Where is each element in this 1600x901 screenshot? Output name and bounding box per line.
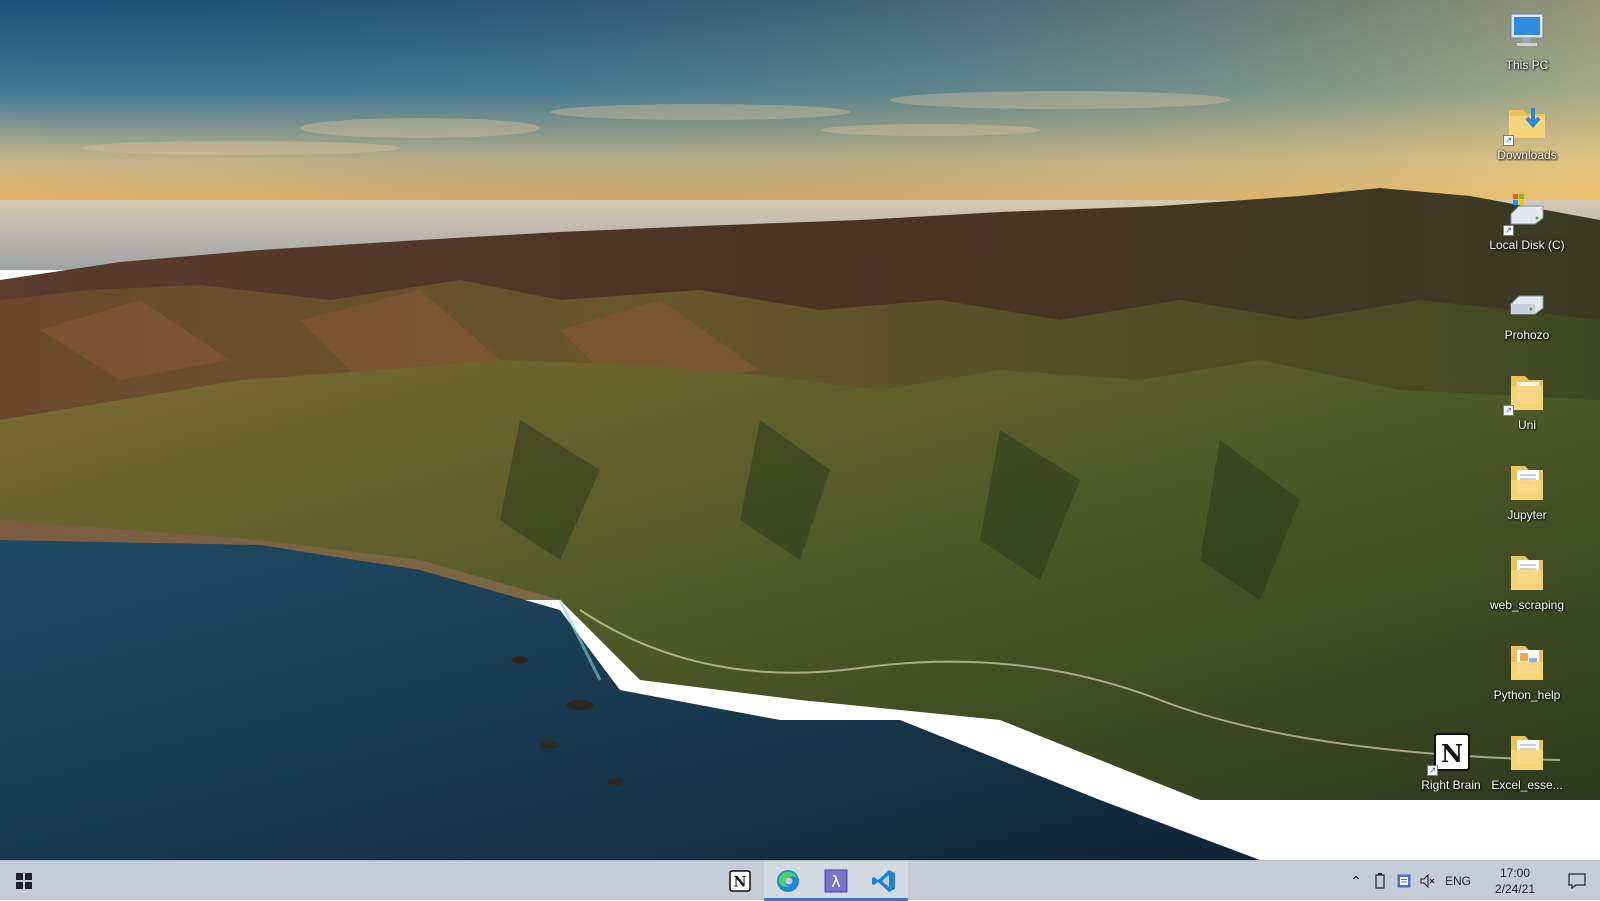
action-center-button[interactable] xyxy=(1554,861,1600,901)
tray-app-button[interactable] xyxy=(1392,861,1416,901)
volume-button[interactable] xyxy=(1416,861,1440,901)
chevron-up-icon: ⌃ xyxy=(1350,872,1362,889)
desktop-icon-python-help[interactable]: Python_help xyxy=(1487,638,1567,702)
desktop-icon-label: Jupyter xyxy=(1507,508,1547,522)
taskbar-app-lambda[interactable]: λ xyxy=(812,861,860,901)
desktop-icon-uni[interactable]: ↗ Uni xyxy=(1487,368,1567,432)
language-indicator[interactable]: ENG xyxy=(1440,861,1476,901)
system-tray: ⌃ ENG 17:00 2/24/21 xyxy=(1344,861,1600,901)
edge-icon xyxy=(777,870,799,892)
svg-text:λ: λ xyxy=(831,872,840,891)
desktop-icon-excel-essentials[interactable]: Excel_esse... xyxy=(1487,728,1567,792)
folder-icon xyxy=(1503,548,1551,596)
downloads-folder-icon: ↗ xyxy=(1503,98,1551,146)
desktop-icon-label: Right Brain xyxy=(1421,778,1481,792)
clock-date: 2/24/21 xyxy=(1494,882,1536,896)
folder-icon xyxy=(1503,728,1551,776)
notion-icon: N xyxy=(729,870,751,892)
svg-text:N: N xyxy=(734,875,747,891)
battery-icon xyxy=(1375,873,1385,889)
clock-time: 17:00 xyxy=(1499,866,1531,880)
taskbar-app-vscode[interactable] xyxy=(860,861,908,901)
desktop-icon-downloads[interactable]: ↗ Downloads xyxy=(1487,98,1567,162)
desktop-icon-jupyter[interactable]: Jupyter xyxy=(1487,458,1567,522)
drive-icon xyxy=(1503,278,1551,326)
notification-icon xyxy=(1568,873,1586,889)
desktop-wallpaper xyxy=(0,0,1600,860)
desktop-icon-label: Prohozo xyxy=(1504,328,1550,342)
folder-icon xyxy=(1503,638,1551,686)
desktop-icon-label: Uni xyxy=(1517,418,1536,432)
shortcut-arrow-icon: ↗ xyxy=(1503,135,1514,146)
local-disk-icon: ↗ xyxy=(1503,188,1551,236)
folder-icon: ↗ xyxy=(1503,368,1551,416)
notion-icon: N ↗ xyxy=(1427,728,1475,776)
taskbar-app-edge[interactable] xyxy=(764,861,812,901)
svg-text:N: N xyxy=(1441,739,1463,768)
shortcut-arrow-icon: ↗ xyxy=(1503,225,1514,236)
volume-muted-icon xyxy=(1420,874,1435,888)
taskbar-app-notion[interactable]: N xyxy=(716,861,764,901)
desktop-icon-label: web_scraping xyxy=(1489,598,1565,612)
clock[interactable]: 17:00 2/24/21 xyxy=(1476,861,1554,901)
desktop-icon-right-brain[interactable]: N ↗ Right Brain xyxy=(1411,728,1491,792)
desktop-icon-web-scraping[interactable]: web_scraping xyxy=(1487,548,1567,612)
start-button[interactable] xyxy=(0,861,48,901)
lambda-icon: λ xyxy=(824,869,848,893)
vscode-icon xyxy=(872,870,895,892)
desktop-icon-local-disk[interactable]: ↗ Local Disk (C) xyxy=(1487,188,1567,252)
shortcut-arrow-icon: ↗ xyxy=(1503,405,1514,416)
desktop-icon-prohozo[interactable]: Prohozo xyxy=(1487,278,1567,342)
desktop-icon-label: This PC xyxy=(1505,58,1549,72)
desktop-icon-this-pc[interactable]: This PC xyxy=(1487,8,1567,72)
taskbar: N λ ⌃ ENG 17:00 2/24/21 xyxy=(0,860,1600,901)
desktop-icon-label: Downloads xyxy=(1497,148,1557,162)
pinned-apps: N λ xyxy=(716,861,908,901)
shortcut-arrow-icon: ↗ xyxy=(1427,765,1438,776)
battery-button[interactable] xyxy=(1368,861,1392,901)
windows-logo-icon xyxy=(16,873,32,889)
desktop-icon-label: Excel_esse... xyxy=(1491,778,1563,792)
desktop-icon-label: Python_help xyxy=(1493,688,1561,702)
show-hidden-icons-button[interactable]: ⌃ xyxy=(1344,861,1368,901)
language-label: ENG xyxy=(1444,874,1471,888)
this-pc-icon xyxy=(1503,8,1551,56)
desktop-icon-label: Local Disk (C) xyxy=(1489,238,1565,252)
notepad-icon xyxy=(1397,874,1411,888)
folder-icon xyxy=(1503,458,1551,506)
